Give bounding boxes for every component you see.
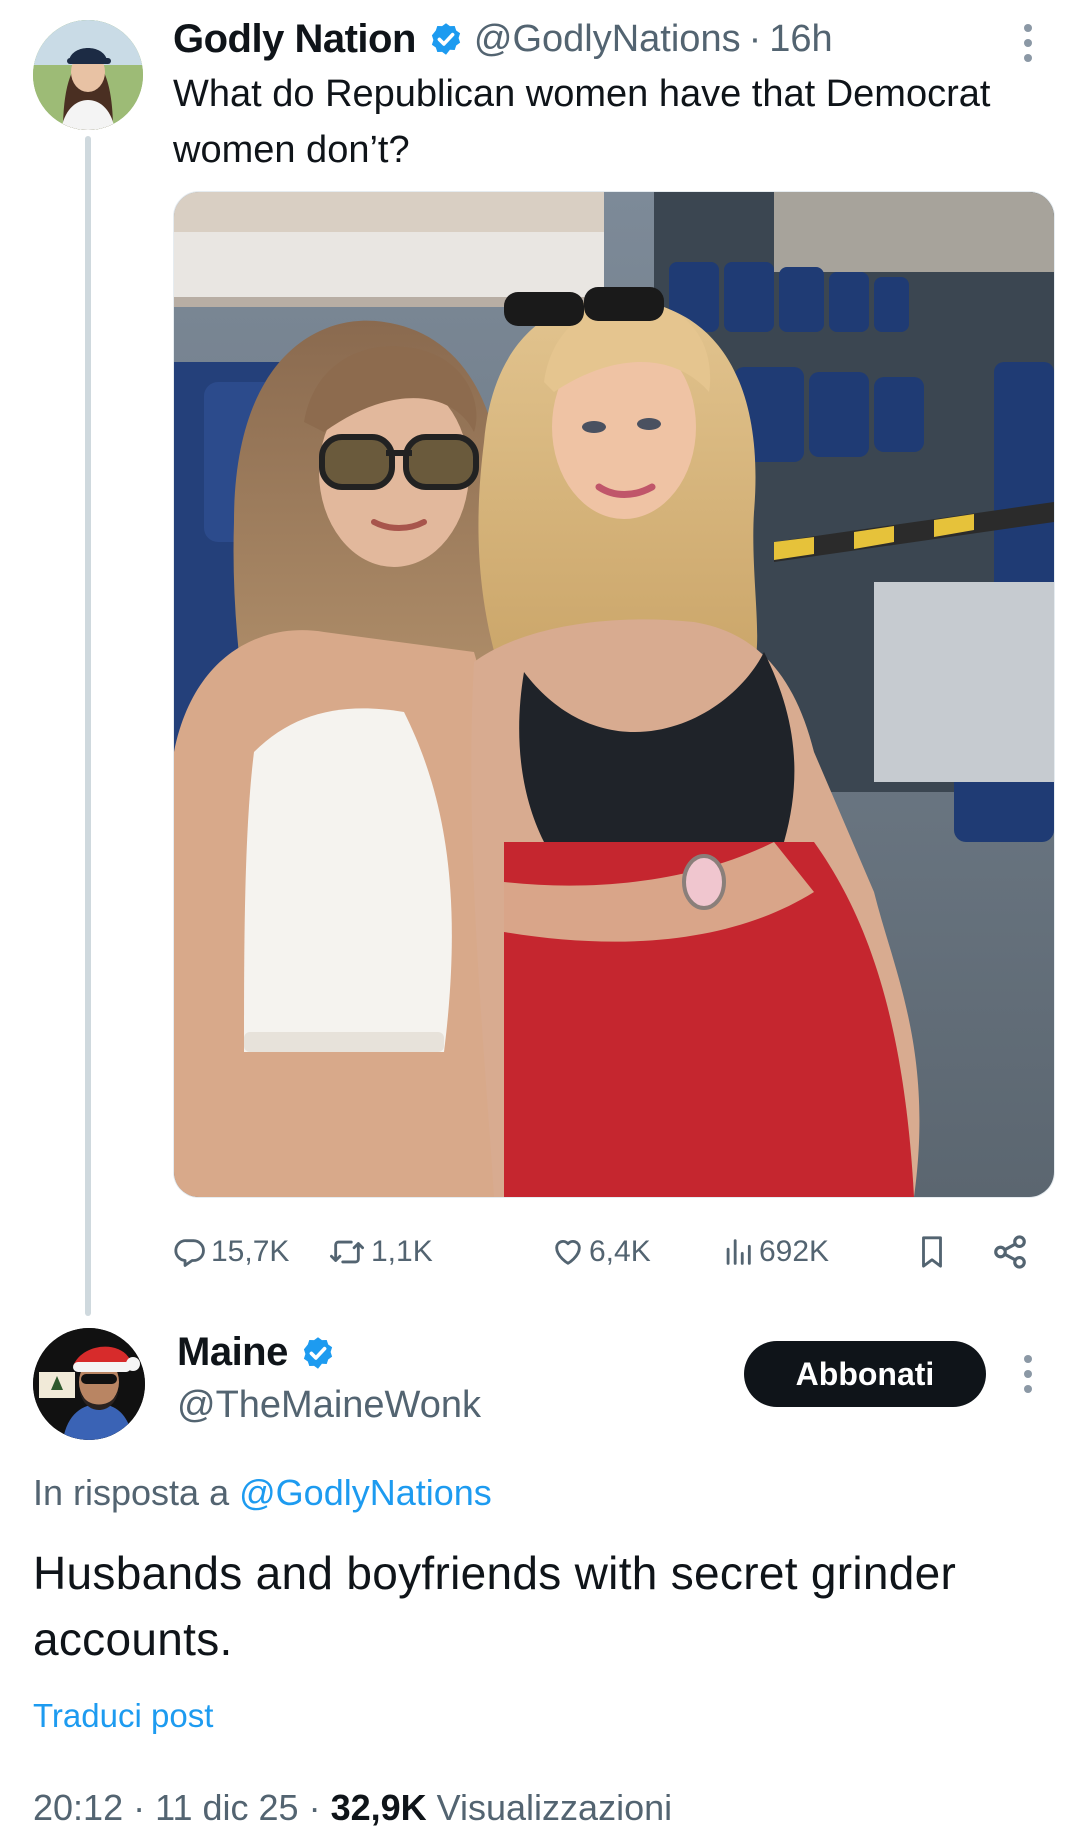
like-count: 6,4K [589,1235,651,1268]
tweet-text: What do Republican women have that Democ… [173,73,991,171]
reply-to-handle-link[interactable]: @GodlyNations [239,1472,492,1513]
like-action[interactable]: 6,4K [551,1222,651,1282]
author-handle[interactable]: @GodlyNations [474,18,741,61]
reply-author-name[interactable]: Maine [177,1330,288,1375]
post-metadata: 20:12 · 11 dic 25 · 32,9K Visualizzazion… [33,1787,672,1829]
tweet-photo[interactable] [173,191,1055,1198]
reply-icon [174,1239,205,1267]
separator: · [748,17,762,60]
post-date[interactable]: 11 dic 25 [155,1787,298,1828]
tweet-header: Godly Nation @GodlyNations · 16h [173,12,833,66]
translate-post-link[interactable]: Traduci post [33,1697,213,1735]
verified-badge-icon [428,21,464,57]
post-time[interactable]: 20:12 [33,1787,123,1828]
share-icon[interactable] [991,1222,1033,1282]
views-action[interactable]: 692K [721,1222,829,1282]
reply-action[interactable]: 15,7K [173,1222,289,1282]
timestamp[interactable]: 16h [769,18,832,61]
reply-author-name-row: Maine [177,1330,346,1375]
thread-line [85,136,91,1316]
photo-image [174,192,1054,1197]
subscribe-button[interactable]: Abbonati [744,1341,986,1407]
reply-author-avatar[interactable] [33,1328,145,1440]
more-icon[interactable] [1022,24,1034,62]
reply-text: Husbands and boyfriends with secret grin… [33,1547,957,1665]
avatar-image [33,1328,145,1440]
views-count: 692K [759,1235,830,1268]
reply-context: In risposta a @GodlyNations [33,1472,492,1514]
views-icon [726,1239,751,1265]
like-icon [555,1240,581,1265]
separator: · [133,1787,156,1828]
avatar-image [33,20,143,130]
reply-author-handle[interactable]: @TheMaineWonk [177,1384,481,1427]
bookmark-icon[interactable] [915,1222,953,1282]
repost-icon [330,1240,365,1264]
author-avatar[interactable] [33,20,143,130]
views-count: 32,9K [330,1787,427,1828]
verified-badge-icon [300,1335,336,1371]
author-name[interactable]: Godly Nation [173,17,416,62]
reply-to-prefix: In risposta a [33,1472,230,1513]
separator: · [308,1787,331,1828]
repost-action[interactable]: 1,1K [327,1222,433,1282]
views-label: Visualizzazioni [436,1787,673,1828]
repost-count: 1,1K [371,1235,433,1268]
action-bar: 15,7K 1,1K 6,4K 692K [173,1222,1035,1282]
reply-count: 15,7K [211,1235,290,1268]
more-icon[interactable] [1022,1355,1034,1393]
